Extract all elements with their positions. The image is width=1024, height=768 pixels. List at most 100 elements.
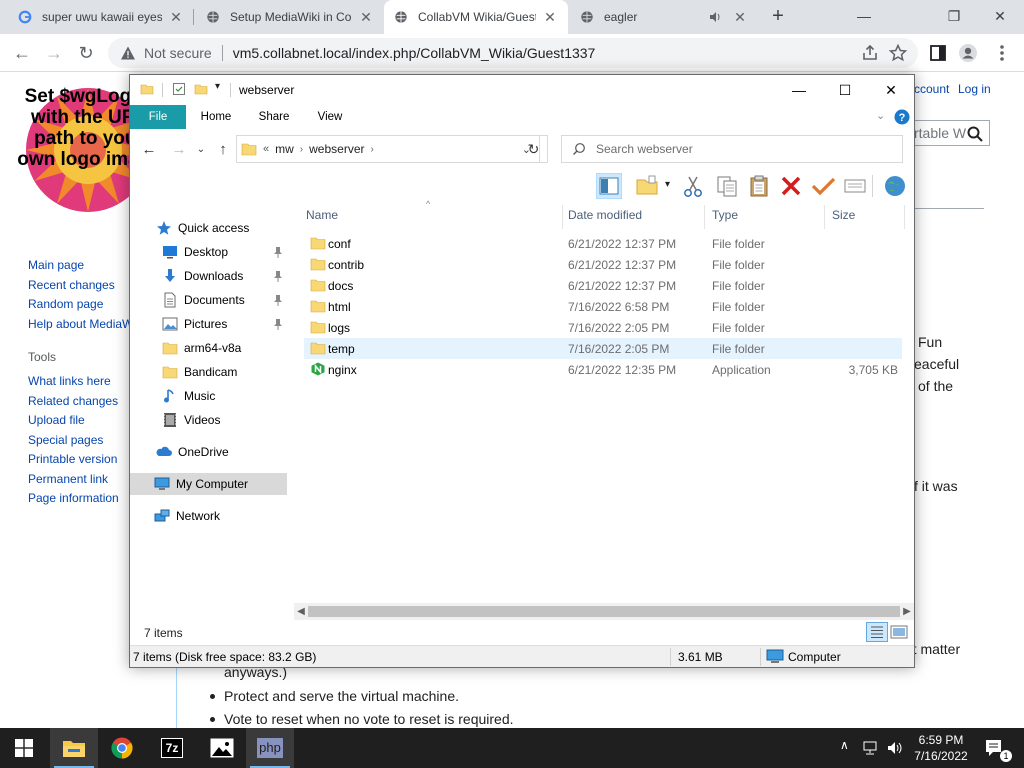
share-icon[interactable] — [860, 43, 880, 63]
close-tab-icon[interactable]: ✕ — [542, 9, 558, 26]
side-panel-icon[interactable] — [928, 43, 948, 63]
forward-button[interactable]: → — [42, 41, 66, 65]
nav-item-documents[interactable]: Documents — [130, 289, 287, 311]
ribbon-tab-share[interactable]: Share — [250, 105, 298, 129]
login-link[interactable]: Log in — [958, 82, 991, 96]
tool-what-links-here[interactable]: What links here — [28, 372, 119, 392]
tool-upload-file[interactable]: Upload file — [28, 411, 119, 431]
pin-icon[interactable] — [273, 246, 283, 258]
pin-icon[interactable] — [273, 294, 283, 306]
globe-network-icon[interactable] — [882, 173, 908, 199]
nav-item-quick-access[interactable]: Quick access — [130, 217, 287, 239]
tool-page-information[interactable]: Page information — [28, 489, 119, 509]
wiki-nav-recent-changes[interactable]: Recent changes — [28, 276, 145, 296]
wiki-nav-random-page[interactable]: Random page — [28, 295, 145, 315]
warning-icon[interactable] — [120, 45, 136, 61]
taskbar-php[interactable]: php — [246, 728, 294, 768]
scroll-right-icon[interactable]: ▶ — [900, 603, 914, 620]
search-icon[interactable] — [966, 125, 984, 143]
file-row[interactable]: contrib 6/21/2022 12:37 PM File folder — [304, 254, 902, 275]
file-row[interactable]: html 7/16/2022 6:58 PM File folder — [304, 296, 902, 317]
reload-button[interactable]: ↻ — [74, 41, 98, 65]
show-hidden-icons-icon[interactable]: ∧ — [840, 738, 849, 768]
nav-item-music[interactable]: Music — [130, 385, 287, 407]
taskbar-clock[interactable]: 6:59 PM 7/16/2022 — [904, 732, 978, 764]
properties-icon[interactable] — [172, 82, 186, 96]
ribbon-tab-view[interactable]: View — [306, 105, 354, 129]
refresh-button[interactable]: ↻ — [520, 135, 548, 163]
nav-item-bandicam[interactable]: Bandicam — [130, 361, 287, 383]
explorer-close-button[interactable]: ✕ — [868, 75, 914, 105]
details-view-icon[interactable] — [866, 622, 888, 642]
volume-icon[interactable] — [886, 740, 904, 756]
new-folder-icon[interactable] — [194, 82, 208, 96]
nav-item-onedrive[interactable]: OneDrive — [130, 441, 287, 463]
copy-icon[interactable] — [714, 173, 740, 199]
close-tab-icon[interactable]: ✕ — [358, 9, 374, 26]
explorer-forward-button[interactable]: → — [170, 141, 188, 159]
nav-item-network[interactable]: Network — [130, 505, 287, 527]
nav-item-my-computer[interactable]: My Computer — [130, 473, 287, 495]
file-row[interactable]: conf 6/21/2022 12:37 PM File folder — [304, 233, 902, 254]
close-tab-icon[interactable]: ✕ — [732, 9, 748, 26]
file-row[interactable]: logs 7/16/2022 2:05 PM File folder — [304, 317, 902, 338]
nav-item-arm64-v8a[interactable]: arm64-v8a — [130, 337, 287, 359]
explorer-maximize-button[interactable]: ☐ — [822, 75, 868, 105]
customize-qat-icon[interactable]: ▾ — [215, 81, 220, 92]
address-bar[interactable]: Not secure vm5.collabnet.local/index.php… — [108, 38, 918, 68]
ribbon-tab-home[interactable]: Home — [192, 105, 240, 129]
wiki-nav-main-page[interactable]: Main page — [28, 256, 145, 276]
speaker-icon[interactable] — [708, 10, 722, 24]
breadcrumb-mw[interactable]: mw — [275, 142, 294, 156]
explorer-search-input[interactable]: Search webserver — [561, 135, 903, 163]
bookmark-star-icon[interactable] — [888, 43, 908, 63]
tool-related-changes[interactable]: Related changes — [28, 392, 119, 412]
browser-tab-1[interactable]: super uwu kawaii eyes ✕ — [8, 0, 194, 34]
scrollbar-thumb[interactable] — [308, 606, 900, 617]
new-tab-button[interactable]: + — [768, 6, 788, 26]
ribbon-tab-file[interactable]: File — [130, 105, 186, 129]
close-window-button[interactable]: ✕ — [980, 4, 1020, 28]
column-header-date-modified[interactable]: Date modified — [568, 205, 698, 229]
explorer-minimize-button[interactable]: — — [776, 75, 822, 105]
back-button[interactable]: ← — [10, 41, 34, 65]
nav-item-videos[interactable]: Videos — [130, 409, 287, 431]
taskbar-photos[interactable] — [198, 728, 246, 768]
new-folder-icon[interactable] — [634, 173, 660, 199]
nav-item-desktop[interactable]: Desktop — [130, 241, 287, 263]
rename-checkmark-icon[interactable] — [810, 173, 836, 199]
help-icon[interactable]: ? — [894, 109, 910, 125]
pin-icon[interactable] — [273, 270, 283, 282]
explorer-title-bar[interactable]: ▾ webserver — ☐ ✕ — [130, 75, 914, 105]
browser-tab-3[interactable]: CollabVM Wikia/Guest ✕ — [384, 0, 568, 34]
delete-icon[interactable] — [778, 173, 804, 199]
preview-pane-icon[interactable] — [596, 173, 622, 199]
close-tab-icon[interactable]: ✕ — [168, 9, 184, 26]
file-row[interactable]: nginx 6/21/2022 12:35 PM Application 3,705 … — [304, 359, 902, 380]
file-row[interactable]: docs 6/21/2022 12:37 PM File folder — [304, 275, 902, 296]
horizontal-scrollbar[interactable]: ◀ ▶ — [294, 603, 914, 620]
profile-icon[interactable] — [958, 43, 978, 63]
browser-tab-2[interactable]: Setup MediaWiki in Co ✕ — [196, 0, 384, 34]
expand-ribbon-icon[interactable]: ⌄ — [876, 109, 885, 122]
new-folder-dropdown-icon[interactable]: ▾ — [665, 179, 670, 190]
pin-icon[interactable] — [273, 318, 283, 330]
column-header-size[interactable]: Size — [832, 205, 902, 229]
restore-button[interactable]: ❐ — [934, 4, 974, 28]
start-button[interactable] — [0, 728, 48, 768]
nav-item-pictures[interactable]: Pictures — [130, 313, 287, 335]
column-header-type[interactable]: Type — [712, 205, 822, 229]
minimize-button[interactable]: — — [844, 4, 884, 28]
explorer-back-button[interactable]: ← — [140, 141, 158, 159]
column-header-name[interactable]: Name — [306, 205, 556, 229]
browser-tab-4[interactable]: eagler ✕ — [570, 0, 758, 34]
tool-permanent-link[interactable]: Permanent link — [28, 470, 119, 490]
up-button[interactable]: ↑ — [214, 141, 232, 159]
tool-printable-version[interactable]: Printable version — [28, 450, 119, 470]
recent-locations-button[interactable]: ⌄ — [192, 141, 210, 159]
wiki-nav-help[interactable]: Help about MediaWiki — [28, 315, 145, 335]
network-status-icon[interactable] — [862, 740, 880, 756]
explorer-address-bar[interactable]: « mw › webserver › ⌄ — [236, 135, 540, 163]
scroll-left-icon[interactable]: ◀ — [294, 603, 308, 620]
taskbar-chrome[interactable] — [98, 728, 146, 768]
